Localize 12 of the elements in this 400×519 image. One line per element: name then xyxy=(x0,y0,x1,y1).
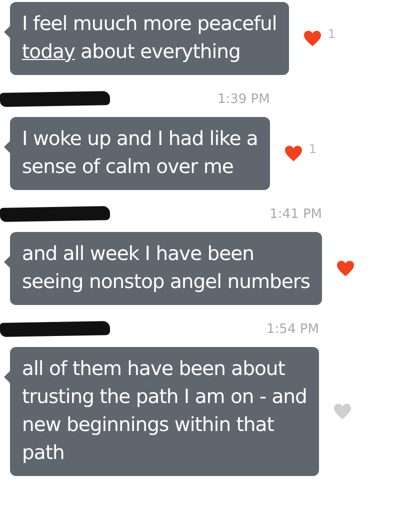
heart-icon[interactable] xyxy=(336,260,356,277)
message-text: and all week I have been seeing nonstop angel numbers xyxy=(22,241,310,295)
message-text: all of them have been about trusting the path I am on - and new beginnings within that path xyxy=(22,356,307,466)
message-text: I woke up and I had like a sense of calm over me xyxy=(22,126,258,180)
message-time: 1:54 PM xyxy=(266,322,319,336)
heart-icon[interactable] xyxy=(302,30,322,47)
heart-icon[interactable] xyxy=(284,145,303,162)
like-count: 1 xyxy=(328,26,336,40)
message-text: I feel muuch more peaceful today about everything xyxy=(22,11,277,65)
like-count: 1 xyxy=(308,142,316,156)
message-time: 1:41 PM xyxy=(270,206,322,222)
message-time: 1:39 PM xyxy=(217,92,270,106)
